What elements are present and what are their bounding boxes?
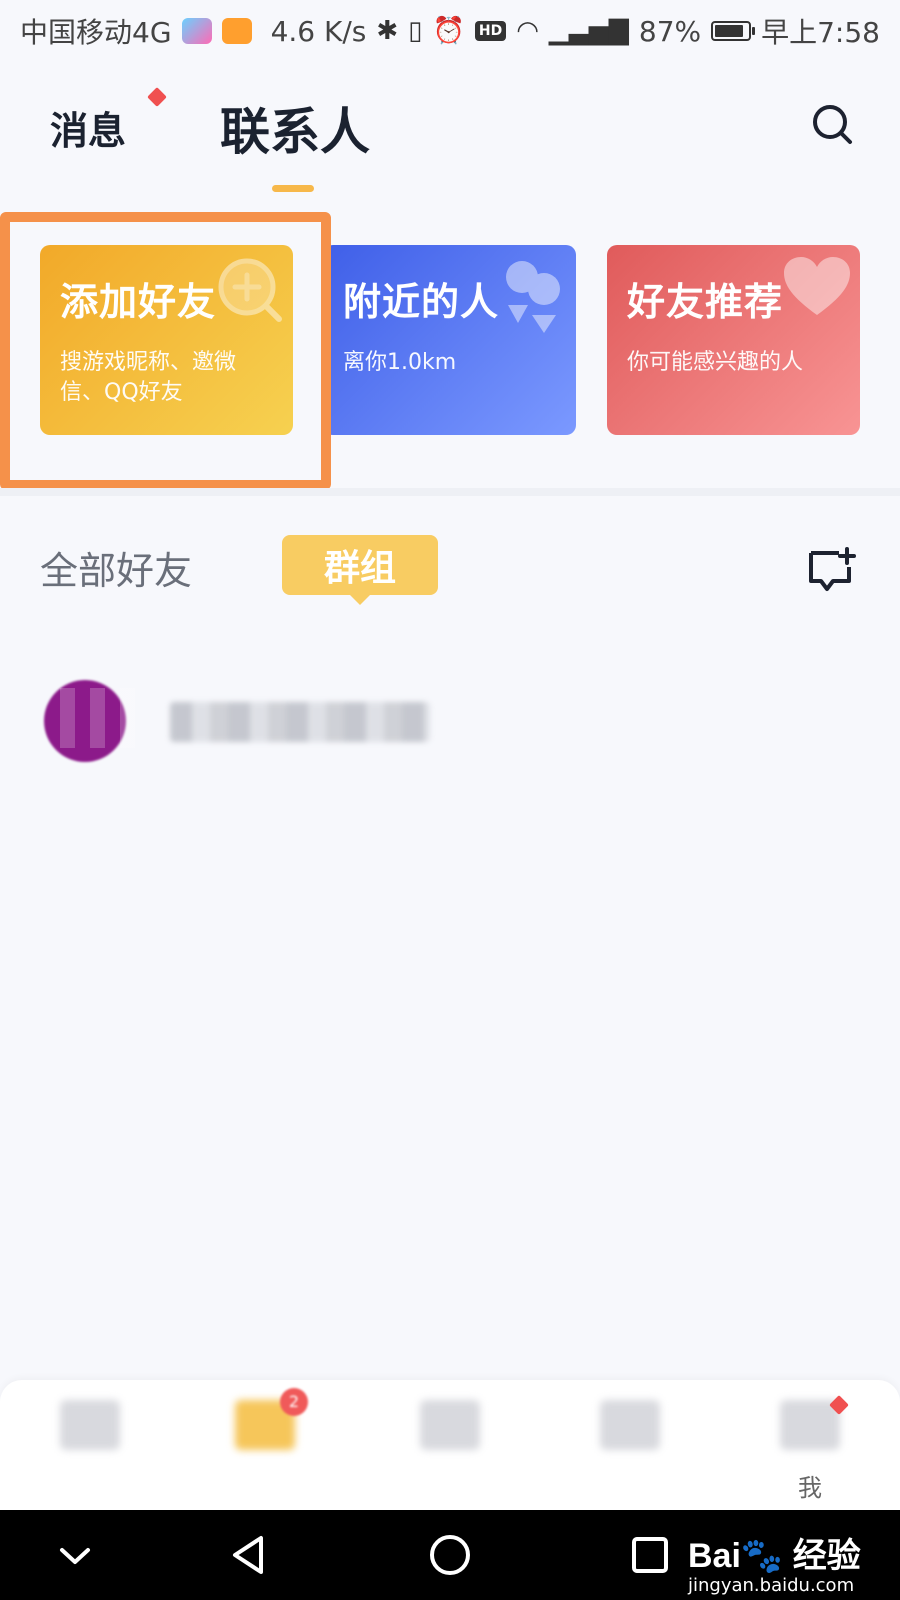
back-button[interactable] bbox=[225, 1532, 275, 1578]
blurred-icon bbox=[420, 1400, 480, 1450]
battery-fill bbox=[715, 25, 744, 37]
blurred-icon bbox=[600, 1400, 660, 1450]
nav-label-me: 我 bbox=[798, 1474, 822, 1502]
status-left: 中国移动4G bbox=[20, 11, 252, 51]
nav-item-me[interactable]: 我 bbox=[750, 1380, 870, 1510]
new-group-chat-button[interactable] bbox=[805, 545, 857, 595]
friend-recommend-card[interactable]: 好友推荐 你可能感兴趣的人 bbox=[607, 245, 860, 435]
bottom-navigation: 2 我 bbox=[0, 1380, 900, 1510]
home-button[interactable] bbox=[425, 1532, 475, 1578]
nav-item-3[interactable] bbox=[390, 1380, 510, 1510]
tab-groups-label: 群组 bbox=[323, 548, 396, 589]
home-circle-icon bbox=[430, 1535, 470, 1575]
nav-item-contacts[interactable]: 2 bbox=[205, 1380, 325, 1510]
signal-icon: ▁▃▅▇ bbox=[548, 16, 629, 46]
avatar-mosaic bbox=[60, 688, 135, 748]
nearby-people-card[interactable]: 附近的人 离你1.0km bbox=[323, 245, 576, 435]
add-friend-highlight-frame bbox=[0, 212, 331, 490]
section-divider bbox=[0, 488, 900, 496]
baidu-watermark: Bai🐾 经验 jingyan.baidu.com bbox=[688, 1528, 861, 1596]
battery-icon bbox=[711, 21, 756, 41]
recents-button[interactable] bbox=[625, 1532, 675, 1578]
search-icon bbox=[813, 105, 852, 144]
baidu-jingyan-logo: Bai🐾 经验 bbox=[688, 1537, 861, 1575]
top-header: 消息 联系人 bbox=[0, 70, 900, 200]
tab-groups[interactable]: 群组 bbox=[282, 535, 438, 605]
watermark-url: jingyan.baidu.com bbox=[688, 1575, 855, 1596]
hd-icon: HD bbox=[474, 21, 507, 41]
vibrate-icon: ▯ bbox=[408, 16, 423, 46]
tab-contacts[interactable]: 联系人 bbox=[220, 92, 370, 164]
hide-nav-button[interactable] bbox=[50, 1532, 100, 1578]
carrier-label: 中国移动4G bbox=[20, 16, 172, 49]
uc-browser-icon bbox=[221, 18, 252, 44]
add-chat-icon bbox=[809, 547, 856, 591]
recents-square-icon bbox=[632, 1537, 668, 1573]
search-button[interactable] bbox=[810, 102, 856, 148]
network-speed: 4.6 K/s bbox=[270, 14, 367, 48]
chevron-down-icon bbox=[60, 1548, 90, 1564]
wifi-icon: ◠ bbox=[516, 16, 539, 46]
bluetooth-icon: ✱ bbox=[376, 16, 399, 46]
clock: 早上7:58 bbox=[761, 16, 880, 49]
nav-item-1[interactable] bbox=[30, 1380, 150, 1510]
friend-recommend-subtitle: 你可能感兴趣的人 bbox=[627, 350, 804, 375]
alarm-icon: ⏰ bbox=[432, 16, 465, 46]
active-tab-indicator bbox=[272, 185, 314, 192]
nav-item-4[interactable] bbox=[570, 1380, 690, 1510]
nearby-distance: 离你1.0km bbox=[343, 350, 457, 375]
battery-percent: 87% bbox=[638, 14, 702, 48]
heart-icon bbox=[784, 257, 850, 315]
app-notification-icon bbox=[181, 18, 212, 44]
nearby-people-icon bbox=[506, 261, 560, 333]
blurred-icon bbox=[60, 1400, 120, 1450]
tab-all-friends[interactable]: 全部好友 bbox=[40, 540, 192, 595]
system-navigation-bar: Bai🐾 经验 jingyan.baidu.com bbox=[0, 1510, 900, 1600]
blurred-contact-name bbox=[170, 702, 430, 742]
messages-unread-dot bbox=[147, 87, 167, 107]
back-triangle-icon bbox=[233, 1536, 263, 1574]
tab-messages[interactable]: 消息 bbox=[50, 100, 126, 155]
list-item[interactable] bbox=[0, 670, 900, 780]
nav-badge: 2 bbox=[280, 1388, 308, 1416]
status-bar: 中国移动4G 4.6 K/s ✱ ▯ ⏰ HD ◠ ▁▃▅▇ 87% 早上7:5… bbox=[0, 0, 900, 62]
status-right: 4.6 K/s ✱ ▯ ⏰ HD ◠ ▁▃▅▇ 87% 早上7:58 bbox=[271, 11, 880, 51]
